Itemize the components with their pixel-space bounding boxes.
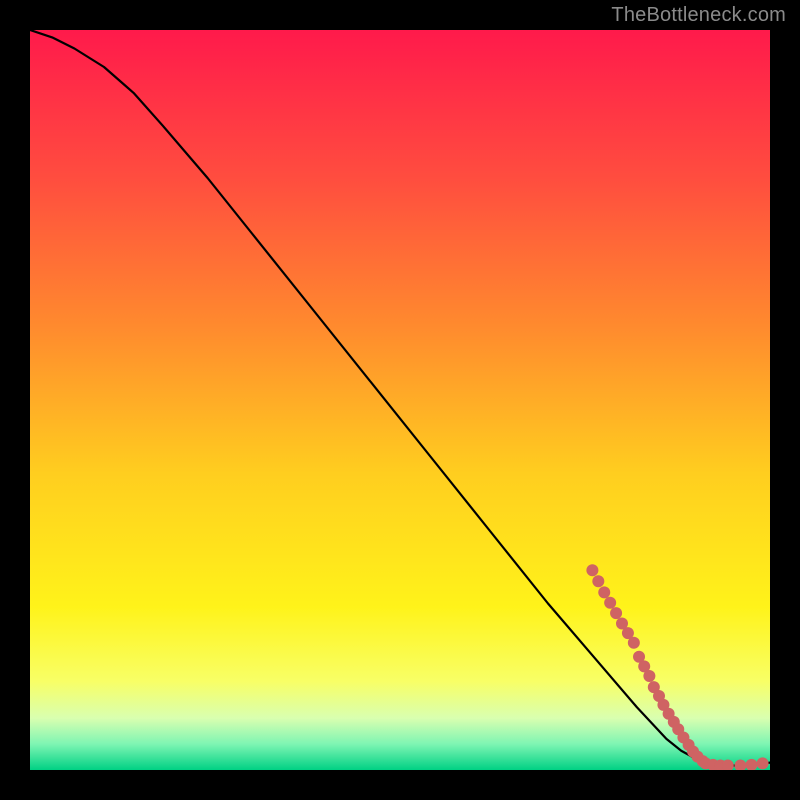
scatter-dot <box>598 586 610 598</box>
scatter-dot <box>586 564 598 576</box>
watermark-text: TheBottleneck.com <box>611 4 786 27</box>
gradient-background <box>30 30 770 770</box>
scatter-dot <box>604 597 616 609</box>
scatter-dot <box>643 670 655 682</box>
plot-area <box>30 30 770 770</box>
scatter-dot <box>757 757 769 769</box>
scatter-dot <box>628 637 640 649</box>
scatter-dot <box>610 607 622 619</box>
scatter-dot <box>592 575 604 587</box>
chart-stage: TheBottleneck.com <box>0 0 800 800</box>
chart-svg <box>30 30 770 770</box>
